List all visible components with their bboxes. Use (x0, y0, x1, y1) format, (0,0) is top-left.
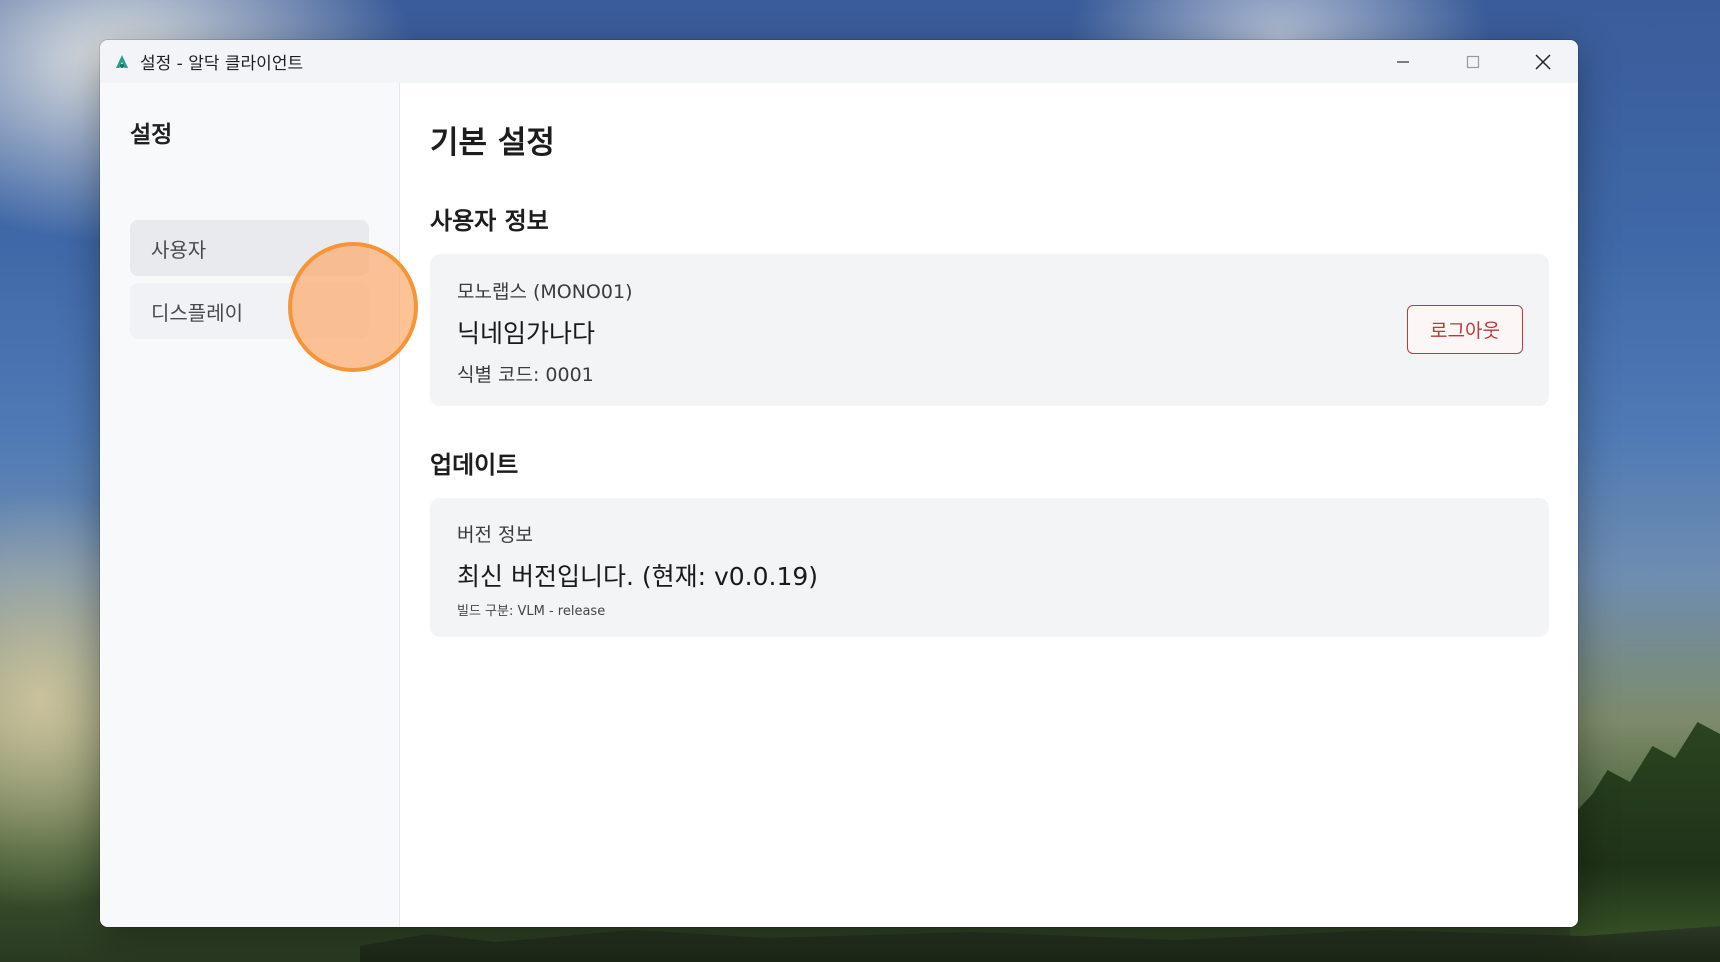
page-title: 기본 설정 (430, 125, 555, 161)
maximize-icon (1466, 55, 1480, 68)
settings-window: 설정 - 알닥 클라이언트 설정 사용자 디스플레이 기본 설정 사용자 정보 … (100, 40, 1578, 927)
minimize-button[interactable] (1368, 40, 1438, 83)
minimize-icon (1397, 60, 1409, 63)
sidebar-item-user[interactable]: 사용자 (130, 220, 369, 276)
wallpaper-trees (1570, 722, 1720, 962)
logout-button[interactable]: 로그아웃 (1407, 305, 1523, 354)
sidebar-item-label: 디스플레이 (151, 300, 243, 325)
nickname-label: 닉네임가나다 (457, 319, 596, 348)
user-section-title: 사용자 정보 (430, 207, 549, 235)
window-title: 설정 - 알닥 클라이언트 (140, 54, 304, 74)
window-controls (1368, 40, 1578, 83)
wallpaper-forest (360, 926, 1720, 962)
close-button[interactable] (1508, 40, 1578, 83)
organization-label: 모노랩스 (MONO01) (457, 281, 633, 303)
sidebar-item-display[interactable]: 디스플레이 (130, 283, 369, 339)
title-bar[interactable]: 설정 - 알닥 클라이언트 (100, 40, 1578, 83)
build-info: 빌드 구분: VLM - release (457, 604, 606, 619)
sidebar-item-label: 사용자 (151, 237, 207, 262)
close-icon (1535, 53, 1551, 70)
version-heading: 버전 정보 (457, 524, 533, 546)
aldak-logo-icon (116, 54, 128, 68)
sidebar-title: 설정 (130, 122, 173, 148)
version-status: 최신 버전입니다. (현재: v0.0.19) (457, 562, 819, 591)
maximize-button[interactable] (1438, 40, 1508, 83)
id-code-label: 식별 코드: 0001 (457, 364, 594, 386)
user-info-card: 모노랩스 (MONO01) 닉네임가나다 식별 코드: 0001 로그아웃 (430, 254, 1549, 406)
settings-sidebar: 설정 사용자 디스플레이 (100, 83, 400, 927)
update-section-title: 업데이트 (430, 451, 519, 479)
version-info-card: 버전 정보 최신 버전입니다. (현재: v0.0.19) 빌드 구분: VLM… (430, 498, 1549, 637)
settings-content: 기본 설정 사용자 정보 모노랩스 (MONO01) 닉네임가나다 식별 코드:… (400, 83, 1578, 927)
